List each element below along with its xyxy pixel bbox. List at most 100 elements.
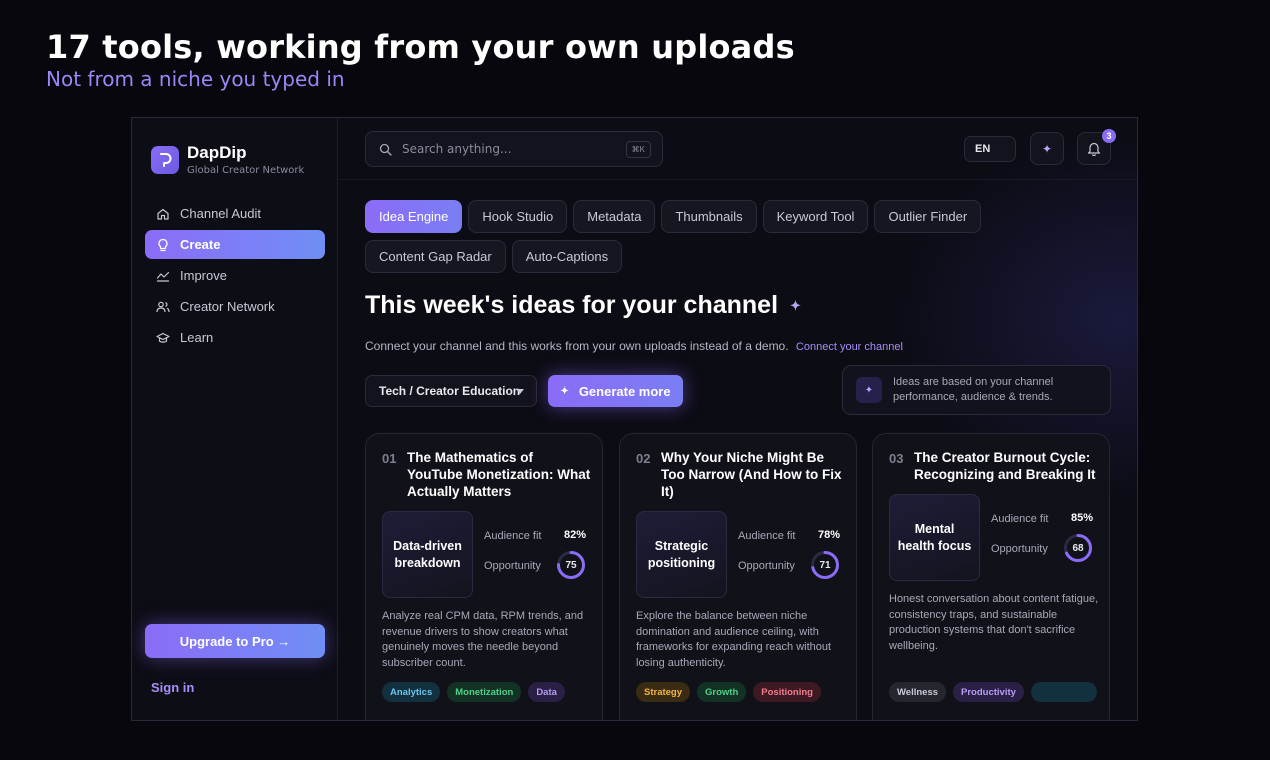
idea-description: Honest conversation about content fatigu… <box>889 593 1099 652</box>
tab-outlier-finder[interactable]: Outlier Finder <box>874 200 982 233</box>
sidebar: DapDip Global Creator Network Channel Au… <box>132 118 338 720</box>
tag-partial[interactable] <box>1030 682 1097 702</box>
notifications-button[interactable]: 3 <box>1077 129 1116 165</box>
brand[interactable]: DapDip Global Creator Network <box>151 143 304 176</box>
niche-select[interactable]: Tech / Creator Education <box>365 375 537 407</box>
notification-count-badge: 3 <box>1102 129 1116 143</box>
brand-tagline: Global Creator Network <box>187 165 305 176</box>
idea-description: Explore the balance between niche domina… <box>636 610 832 669</box>
search-placeholder: Search anything... <box>402 142 512 156</box>
tab-thumbnails[interactable]: Thumbnails <box>661 200 757 233</box>
idea-title: Why Your Niche Might Be Too Narrow (And … <box>661 450 842 499</box>
tab-idea-engine[interactable]: Idea Engine <box>365 200 463 233</box>
tag-monetization[interactable]: Monetization <box>447 682 522 702</box>
tool-tabs: Idea Engine Hook Studio Metadata Thumbna… <box>365 200 1125 273</box>
chart-line-icon <box>156 271 170 282</box>
tag-data[interactable]: Data <box>528 682 565 702</box>
search-input[interactable]: Search anything... ⌘K <box>365 131 663 167</box>
sidebar-item-learn[interactable]: Learn <box>145 323 325 352</box>
audience-fit-value: 85% <box>1071 512 1094 524</box>
search-shortcut-badge: ⌘K <box>625 141 651 158</box>
brand-logo-icon <box>151 146 179 174</box>
tab-keyword-tool[interactable]: Keyword Tool <box>762 200 869 233</box>
tag-strategy[interactable]: Strategy <box>636 682 691 702</box>
connect-text: Connect your channel and this works from… <box>365 339 789 353</box>
section-title-text: This week's ideas for your channel <box>365 291 779 319</box>
main-content: Search anything... ⌘K EN ✦ 3 Idea Engine… <box>339 118 1137 720</box>
idea-description: Analyze real CPM data, RPM trends, and r… <box>382 610 584 669</box>
language-selector[interactable]: EN <box>964 136 1016 162</box>
sidebar-item-label: Improve <box>180 268 227 283</box>
ideas-info-box: ✦ Ideas are based on your channel perfor… <box>842 365 1111 415</box>
opportunity-value: 75 <box>565 559 577 571</box>
tab-metadata[interactable]: Metadata <box>573 200 656 233</box>
niche-select-value: Tech / Creator Education <box>379 384 521 398</box>
opportunity-label: Opportunity <box>738 560 795 572</box>
audience-fit-value: 82% <box>564 529 587 541</box>
tab-auto-captions[interactable]: Auto-Captions <box>511 240 623 273</box>
idea-thumbnail: Strategic positioning <box>636 511 727 598</box>
sidebar-item-create[interactable]: Create <box>145 230 325 259</box>
bell-icon <box>1087 142 1101 156</box>
sidebar-nav: Channel Audit Create Improve Creator Net… <box>145 199 325 354</box>
ideas-info-text: Ideas are based on your channel performa… <box>893 376 1054 403</box>
idea-card[interactable]: 01 The Mathematics of YouTube Monetizati… <box>365 433 603 720</box>
connect-channel-notice: Connect your channel and this works from… <box>365 339 903 353</box>
opportunity-label: Opportunity <box>484 560 541 572</box>
audience-fit-label: Audience fit <box>484 530 542 542</box>
sidebar-item-label: Creator Network <box>180 299 275 314</box>
app-window: DapDip Global Creator Network Channel Au… <box>131 117 1138 721</box>
audience-fit-value: 78% <box>818 529 841 541</box>
ai-sparkle-button[interactable]: ✦ <box>1030 132 1064 165</box>
idea-title: The Creator Burnout Cycle: Recognizing a… <box>914 450 1096 482</box>
upgrade-to-pro-button[interactable]: Upgrade to Pro → <box>145 624 325 658</box>
brand-name: DapDip <box>187 143 247 162</box>
sparkle-icon: ✦ <box>790 297 801 313</box>
idea-card[interactable]: 03 The Creator Burnout Cycle: Recognizin… <box>872 433 1110 720</box>
tag-positioning[interactable]: Positioning <box>753 682 821 702</box>
idea-number: 03 <box>889 451 904 466</box>
graduation-cap-icon <box>156 332 170 343</box>
tag-growth[interactable]: Growth <box>697 682 747 702</box>
opportunity-value: 68 <box>1072 542 1084 554</box>
idea-number: 01 <box>382 451 397 466</box>
audience-fit-label: Audience fit <box>738 530 796 542</box>
users-icon <box>156 301 170 312</box>
tag-productivity[interactable]: Productivity <box>953 682 1024 702</box>
sidebar-item-label: Create <box>180 237 221 252</box>
idea-tags: Strategy Growth Positioning <box>636 682 846 702</box>
idea-number: 02 <box>636 451 651 466</box>
idea-title: The Mathematics of YouTube Monetization:… <box>407 450 591 499</box>
idea-tags: Analytics Monetization Data <box>382 682 592 702</box>
section-title: This week's ideas for your channel ✦ <box>365 291 801 320</box>
generate-more-button[interactable]: ✦ Generate more <box>548 375 683 407</box>
search-icon <box>379 143 392 156</box>
sign-in-link[interactable]: Sign in <box>151 680 194 695</box>
lightbulb-icon <box>158 238 168 251</box>
sidebar-item-label: Channel Audit <box>180 206 261 221</box>
idea-card[interactable]: 02 Why Your Niche Might Be Too Narrow (A… <box>619 433 857 720</box>
sparkle-icon: ✦ <box>560 385 569 397</box>
opportunity-label: Opportunity <box>991 543 1048 555</box>
idea-tags: Wellness Productivity <box>889 682 1099 702</box>
hero-subtitle: Not from a niche you typed in <box>46 67 345 91</box>
tag-analytics[interactable]: Analytics <box>382 682 441 702</box>
tab-hook-studio[interactable]: Hook Studio <box>468 200 568 233</box>
sparkle-icon: ✦ <box>1041 141 1053 156</box>
hero-title: 17 tools, working from your own uploads <box>46 28 795 66</box>
opportunity-value: 71 <box>819 559 831 571</box>
generate-more-label: Generate more <box>578 383 671 399</box>
idea-thumbnail: Data-driven breakdown <box>382 511 473 598</box>
sidebar-item-label: Learn <box>180 330 214 345</box>
connect-channel-link[interactable]: Connect your channel <box>796 341 903 353</box>
sidebar-item-creator-network[interactable]: Creator Network <box>145 292 325 321</box>
topbar: Search anything... ⌘K EN ✦ 3 <box>339 118 1137 180</box>
sparkle-icon: ✦ <box>856 377 882 403</box>
tab-content-gap-radar[interactable]: Content Gap Radar <box>365 240 506 273</box>
tag-wellness[interactable]: Wellness <box>889 682 947 702</box>
sidebar-item-improve[interactable]: Improve <box>145 261 325 290</box>
sidebar-item-channel-audit[interactable]: Channel Audit <box>145 199 325 228</box>
audience-fit-label: Audience fit <box>991 513 1049 525</box>
chevron-down-icon <box>516 389 524 394</box>
home-icon <box>157 208 169 220</box>
